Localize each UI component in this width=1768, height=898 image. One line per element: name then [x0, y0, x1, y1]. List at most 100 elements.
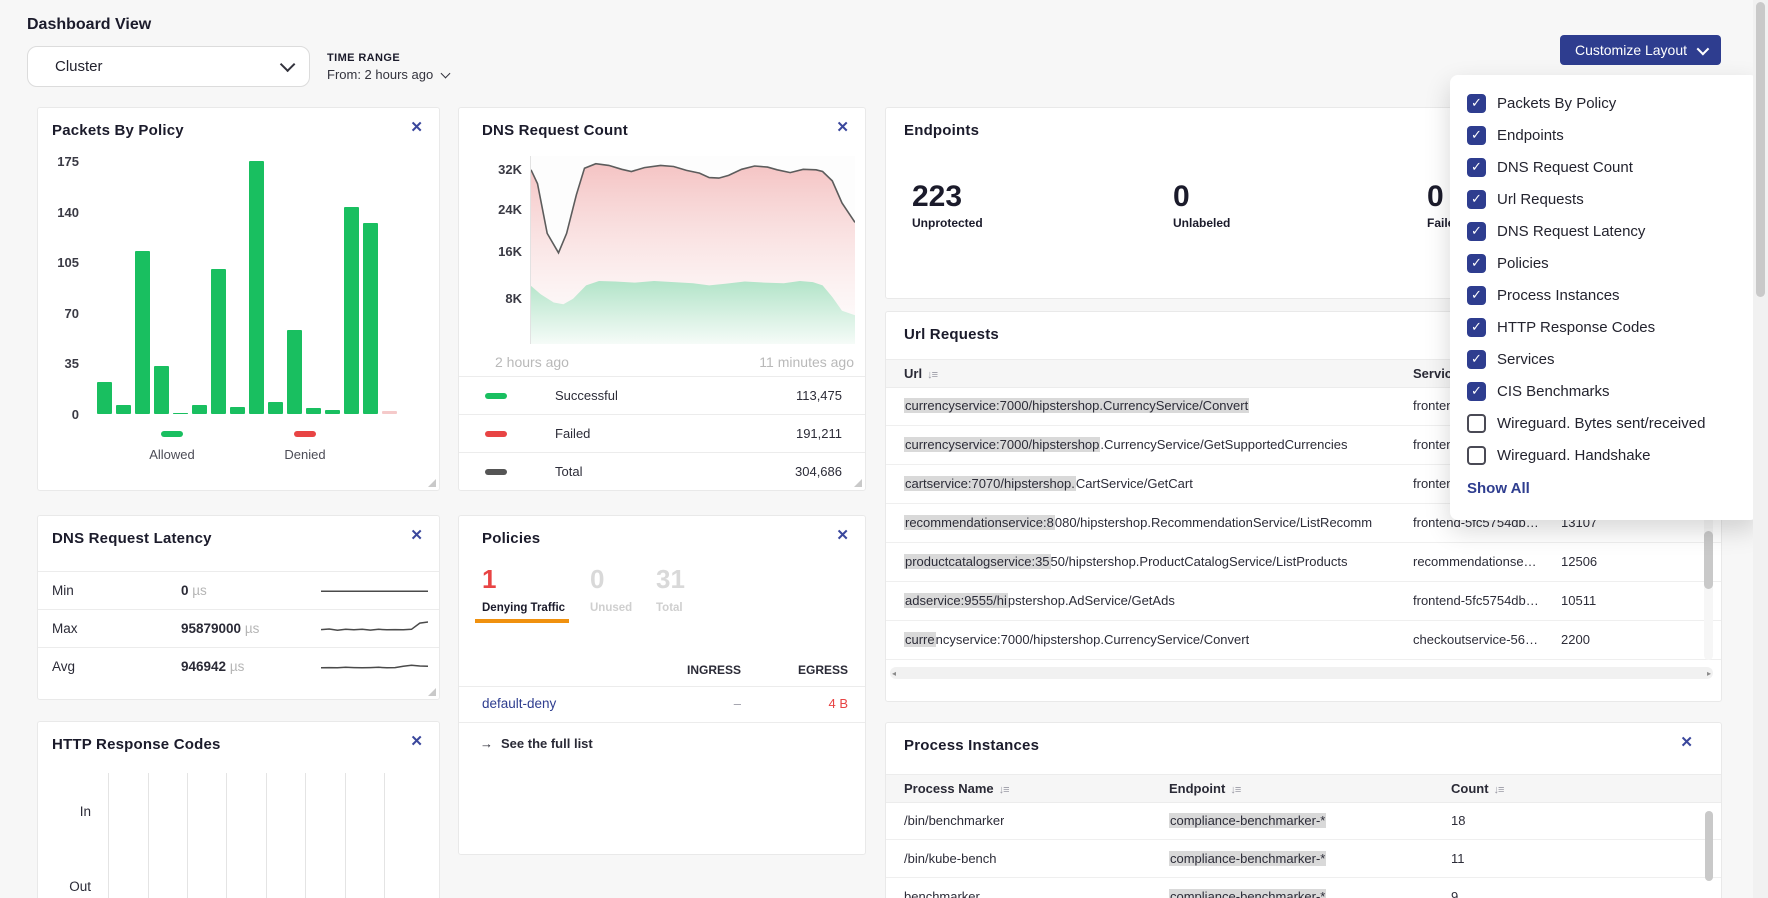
- layout-menu-item[interactable]: Wireguard. Handshake: [1467, 439, 1758, 471]
- checkbox-icon[interactable]: ✓: [1467, 318, 1486, 337]
- layout-menu-item[interactable]: ✓Services: [1467, 343, 1758, 375]
- checkbox-icon[interactable]: [1467, 414, 1486, 433]
- checkbox-icon[interactable]: ✓: [1467, 190, 1486, 209]
- count-cell: 9: [1451, 889, 1458, 898]
- resize-handle[interactable]: [854, 479, 862, 487]
- layout-menu-item[interactable]: ✓Url Requests: [1467, 183, 1758, 215]
- layout-menu-item[interactable]: ✓HTTP Response Codes: [1467, 311, 1758, 343]
- close-icon[interactable]: ✕: [410, 118, 423, 136]
- customize-layout-menu: ✓Packets By Policy✓Endpoints✓DNS Request…: [1450, 75, 1758, 520]
- gridline: [148, 773, 149, 898]
- stat-label: Unprotected: [912, 216, 983, 230]
- chevron-down-icon: [440, 69, 450, 79]
- layout-menu-item[interactable]: Wireguard. Bytes sent/received: [1467, 407, 1758, 439]
- see-full-list-link[interactable]: →See the full list: [480, 736, 593, 751]
- time-range-control[interactable]: From: 2 hours ago: [327, 67, 449, 82]
- view-selector[interactable]: Cluster: [27, 46, 310, 87]
- close-icon[interactable]: ✕: [1680, 733, 1693, 751]
- stat-label: Denying Traffic: [482, 602, 565, 614]
- url-highlight: currencyservice:7000/hipstershop: [904, 437, 1100, 452]
- tab-denying-traffic[interactable]: 1 Denying Traffic: [482, 566, 565, 614]
- url-cell: productcatalogservice:3550/hipstershop.P…: [904, 554, 1348, 569]
- checkbox-icon[interactable]: ✓: [1467, 254, 1486, 273]
- layout-menu-item[interactable]: ✓DNS Request Count: [1467, 151, 1758, 183]
- policy-name-link[interactable]: default-deny: [482, 696, 556, 711]
- scroll-left-icon[interactable]: ◂: [892, 669, 896, 678]
- checkbox-icon[interactable]: ✓: [1467, 382, 1486, 401]
- tab-unused[interactable]: 0 Unused: [590, 566, 632, 614]
- close-icon[interactable]: ✕: [410, 732, 423, 750]
- page-scrollbar[interactable]: [1753, 0, 1768, 898]
- process-name-cell: /bin/kube-bench: [904, 851, 997, 866]
- service-cell: checkoutservice-56…: [1413, 632, 1538, 647]
- time-range-label: TIME RANGE: [327, 52, 400, 64]
- view-selector-value: Cluster: [55, 58, 280, 75]
- show-all-link[interactable]: Show All: [1467, 480, 1758, 497]
- tab-total[interactable]: 31 Total: [656, 566, 685, 614]
- url-cell: currencyservice:7000/hipstershop.Currenc…: [904, 437, 1348, 452]
- scroll-right-icon[interactable]: ▸: [1707, 669, 1711, 678]
- packets-by-policy-card: Packets By Policy ✕ 17514010570350 Allow…: [37, 107, 440, 491]
- y-tick: 70: [38, 306, 79, 321]
- count-cell: 2200: [1561, 632, 1590, 647]
- column-header-process-name[interactable]: Process Name↓≡: [904, 781, 1009, 796]
- legend-label: Total: [555, 464, 582, 479]
- table-row[interactable]: adservice:9555/hipstershop.AdService/Get…: [886, 582, 1721, 621]
- active-tab-underline: [475, 619, 569, 623]
- checkbox-icon[interactable]: ✓: [1467, 222, 1486, 241]
- bar-allowed: [135, 251, 150, 414]
- checkbox-icon[interactable]: [1467, 446, 1486, 465]
- sparkline: [321, 579, 428, 603]
- layout-menu-item[interactable]: ✓CIS Benchmarks: [1467, 375, 1758, 407]
- column-header-url[interactable]: Url↓≡: [904, 366, 937, 381]
- table-row[interactable]: benchmarkercompliance-benchmarker-*9: [886, 878, 1721, 898]
- endpoint-cell: compliance-benchmarker-*: [1169, 813, 1326, 828]
- layout-menu-item-label: Wireguard. Handshake: [1497, 447, 1650, 464]
- table-row[interactable]: productcatalogservice:3550/hipstershop.P…: [886, 543, 1721, 582]
- column-header-endpoint[interactable]: Endpoint↓≡: [1169, 781, 1240, 796]
- checkbox-icon[interactable]: ✓: [1467, 350, 1486, 369]
- legend-label: Allowed: [137, 447, 207, 462]
- close-icon[interactable]: ✕: [836, 118, 849, 136]
- table-row[interactable]: /bin/benchmarkercompliance-benchmarker-*…: [886, 802, 1721, 840]
- resize-handle[interactable]: [428, 479, 436, 487]
- close-icon[interactable]: ✕: [836, 526, 849, 544]
- service-cell: frontend-5fc5754db…: [1413, 593, 1539, 608]
- http-response-codes-card: HTTP Response Codes ✕ In Out: [37, 721, 440, 898]
- allowed-swatch: [161, 431, 183, 437]
- layout-menu-item-label: Packets By Policy: [1497, 95, 1616, 112]
- column-header-egress: EGRESS: [788, 663, 848, 677]
- gridline: [226, 773, 227, 898]
- customize-layout-button[interactable]: Customize Layout: [1560, 35, 1721, 65]
- latency-row: Max95879000 µs: [38, 609, 439, 648]
- layout-menu-item[interactable]: ✓Endpoints: [1467, 119, 1758, 151]
- dns-request-latency-card: DNS Request Latency ✕ Min0 µsMax95879000…: [37, 515, 440, 700]
- stat-value: 1: [482, 566, 565, 592]
- layout-menu-item[interactable]: ✓Process Instances: [1467, 279, 1758, 311]
- stat-value: 0: [590, 566, 632, 592]
- legend-value: 304,686: [795, 464, 842, 479]
- bar-allowed: [287, 330, 302, 414]
- bar-allowed: [325, 410, 340, 414]
- url-highlight: adservice:9555/hi: [904, 593, 1008, 608]
- vertical-scrollbar[interactable]: [1705, 811, 1713, 881]
- checkbox-icon[interactable]: ✓: [1467, 94, 1486, 113]
- resize-handle[interactable]: [428, 688, 436, 696]
- gridline: [384, 773, 385, 898]
- checkbox-icon[interactable]: ✓: [1467, 286, 1486, 305]
- table-row[interactable]: /bin/kube-benchcompliance-benchmarker-*1…: [886, 840, 1721, 878]
- close-icon[interactable]: ✕: [410, 526, 423, 544]
- checkbox-icon[interactable]: ✓: [1467, 158, 1486, 177]
- column-header-count[interactable]: Count↓≡: [1451, 781, 1503, 796]
- policy-ingress-value: –: [681, 696, 741, 711]
- policy-row: default-deny – 4 B: [459, 686, 865, 723]
- horizontal-scrollbar[interactable]: ◂ ▸: [890, 667, 1713, 679]
- checkbox-icon[interactable]: ✓: [1467, 126, 1486, 145]
- column-header-ingress: INGRESS: [681, 663, 741, 677]
- layout-menu-item[interactable]: ✓DNS Request Latency: [1467, 215, 1758, 247]
- layout-menu-item[interactable]: ✓Policies: [1467, 247, 1758, 279]
- legend-label: Successful: [555, 388, 618, 403]
- layout-menu-item[interactable]: ✓ Packets By Policy: [1467, 87, 1758, 119]
- table-row[interactable]: currencyservice:7000/hipstershop.Currenc…: [886, 621, 1721, 660]
- endpoint-highlight: compliance-benchmarker-*: [1169, 889, 1326, 898]
